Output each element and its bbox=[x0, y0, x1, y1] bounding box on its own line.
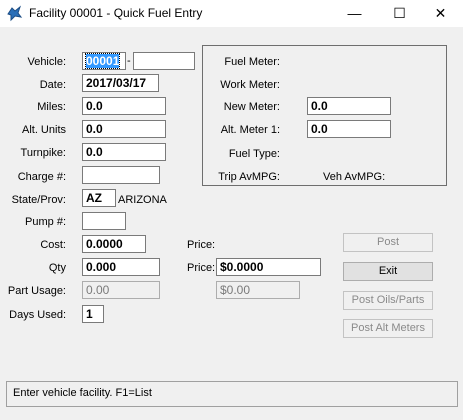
price-label-top: Price: bbox=[187, 239, 216, 251]
date-input[interactable]: 2017/03/17 bbox=[82, 74, 159, 92]
status-message: Enter vehicle facility. F1=List bbox=[13, 387, 152, 399]
vehicle-value: 00001 bbox=[84, 53, 121, 69]
vehicle-sub-input[interactable] bbox=[133, 52, 195, 70]
alt-units-input[interactable]: 0.0 bbox=[82, 120, 166, 138]
app-icon bbox=[7, 5, 23, 22]
qty-label: Qty bbox=[48, 262, 66, 274]
new-meter-label: New Meter: bbox=[223, 101, 280, 113]
vehicle-input[interactable]: 00001 bbox=[82, 52, 126, 70]
alt-units-label: Alt. Units bbox=[21, 124, 66, 136]
days-used-label: Days Used: bbox=[9, 309, 66, 321]
pump-label: Pump #: bbox=[25, 216, 66, 228]
cost-label: Cost: bbox=[40, 239, 66, 251]
maximize-button[interactable]: ☐ bbox=[377, 0, 422, 27]
vehicle-label: Vehicle: bbox=[27, 56, 66, 68]
post-button[interactable]: Post bbox=[343, 233, 433, 252]
turnpike-label: Turnpike: bbox=[20, 147, 66, 159]
qty-input[interactable]: 0.000 bbox=[82, 258, 160, 276]
post-alt-meters-button[interactable]: Post Alt Meters bbox=[343, 319, 433, 338]
part-usage-input: 0.00 bbox=[82, 281, 160, 299]
price-total-field: $0.00 bbox=[216, 281, 300, 299]
part-usage-label: Part Usage: bbox=[7, 285, 66, 297]
status-bar: Enter vehicle facility. F1=List bbox=[6, 381, 458, 407]
close-button[interactable]: ✕ bbox=[418, 0, 463, 27]
days-used-input[interactable]: 1 bbox=[82, 305, 104, 323]
alt-meter-label: Alt. Meter 1: bbox=[220, 124, 280, 136]
price-label: Price: bbox=[187, 262, 216, 274]
work-meter-label: Work Meter: bbox=[220, 79, 280, 91]
charge-input[interactable] bbox=[82, 166, 160, 184]
title-bar: Facility 00001 - Quick Fuel Entry — ☐ ✕ bbox=[0, 0, 463, 27]
date-label: Date: bbox=[39, 79, 66, 91]
state-label: State/Prov: bbox=[11, 194, 66, 206]
cost-input[interactable]: 0.0000 bbox=[82, 235, 146, 253]
vehicle-dash: - bbox=[127, 55, 131, 67]
new-meter-input[interactable]: 0.0 bbox=[307, 97, 391, 115]
window-title: Facility 00001 - Quick Fuel Entry bbox=[29, 6, 203, 20]
charge-label: Charge #: bbox=[17, 171, 66, 183]
miles-label: Miles: bbox=[37, 101, 66, 113]
price-input[interactable]: $0.0000 bbox=[216, 258, 321, 276]
miles-input[interactable]: 0.0 bbox=[82, 97, 166, 115]
fuel-type-label: Fuel Type: bbox=[228, 148, 280, 160]
alt-meter-input[interactable]: 0.0 bbox=[307, 120, 391, 138]
pump-input[interactable] bbox=[82, 212, 126, 230]
minimize-button[interactable]: — bbox=[332, 0, 377, 27]
fuel-meter-label: Fuel Meter: bbox=[224, 56, 280, 68]
state-name: ARIZONA bbox=[118, 194, 167, 206]
turnpike-input[interactable]: 0.0 bbox=[82, 143, 166, 161]
exit-button[interactable]: Exit bbox=[343, 262, 433, 281]
state-input[interactable]: AZ bbox=[82, 189, 116, 207]
trip-avmpg-label: Trip AvMPG: bbox=[218, 171, 280, 183]
post-oils-parts-button[interactable]: Post Oils/Parts bbox=[343, 291, 433, 310]
veh-avmpg-label: Veh AvMPG: bbox=[323, 171, 386, 183]
